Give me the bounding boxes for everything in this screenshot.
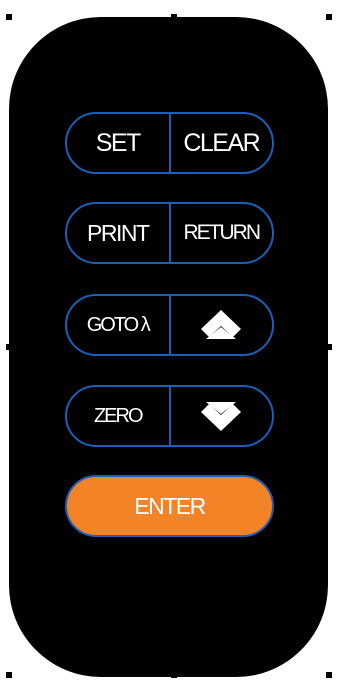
print-button-label: PRINT	[87, 219, 150, 246]
return-button[interactable]: RETURN	[171, 204, 273, 262]
resize-handle-top-left[interactable]	[6, 14, 12, 20]
set-clear-button-group: SET CLEAR	[65, 112, 274, 174]
return-button-label: RETURN	[183, 221, 261, 244]
up-arrow-icon	[201, 310, 242, 339]
zero-down-button-group: ZERO	[65, 385, 274, 447]
print-button[interactable]: PRINT	[67, 204, 171, 262]
clear-button-label: CLEAR	[183, 128, 260, 157]
enter-button-label: ENTER	[134, 492, 206, 519]
down-arrow-icon	[201, 402, 242, 431]
up-button[interactable]	[171, 296, 273, 354]
goto-up-button-group: GOTO λ	[65, 294, 274, 356]
resize-handle-bottom-left[interactable]	[6, 672, 12, 678]
goto-lambda-button[interactable]: GOTO λ	[67, 296, 171, 354]
resize-handle-bottom-right[interactable]	[326, 672, 332, 678]
set-button-label: SET	[95, 128, 142, 157]
zero-button[interactable]: ZERO	[67, 387, 171, 445]
clear-button[interactable]: CLEAR	[171, 114, 273, 172]
down-button[interactable]	[171, 387, 273, 445]
goto-lambda-button-label: GOTO λ	[86, 313, 151, 336]
enter-button[interactable]: ENTER	[65, 475, 274, 537]
resize-handle-top-right[interactable]	[326, 14, 332, 20]
set-button[interactable]: SET	[67, 114, 171, 172]
zero-button-label: ZERO	[93, 404, 144, 427]
print-return-button-group: PRINT RETURN	[65, 202, 274, 264]
